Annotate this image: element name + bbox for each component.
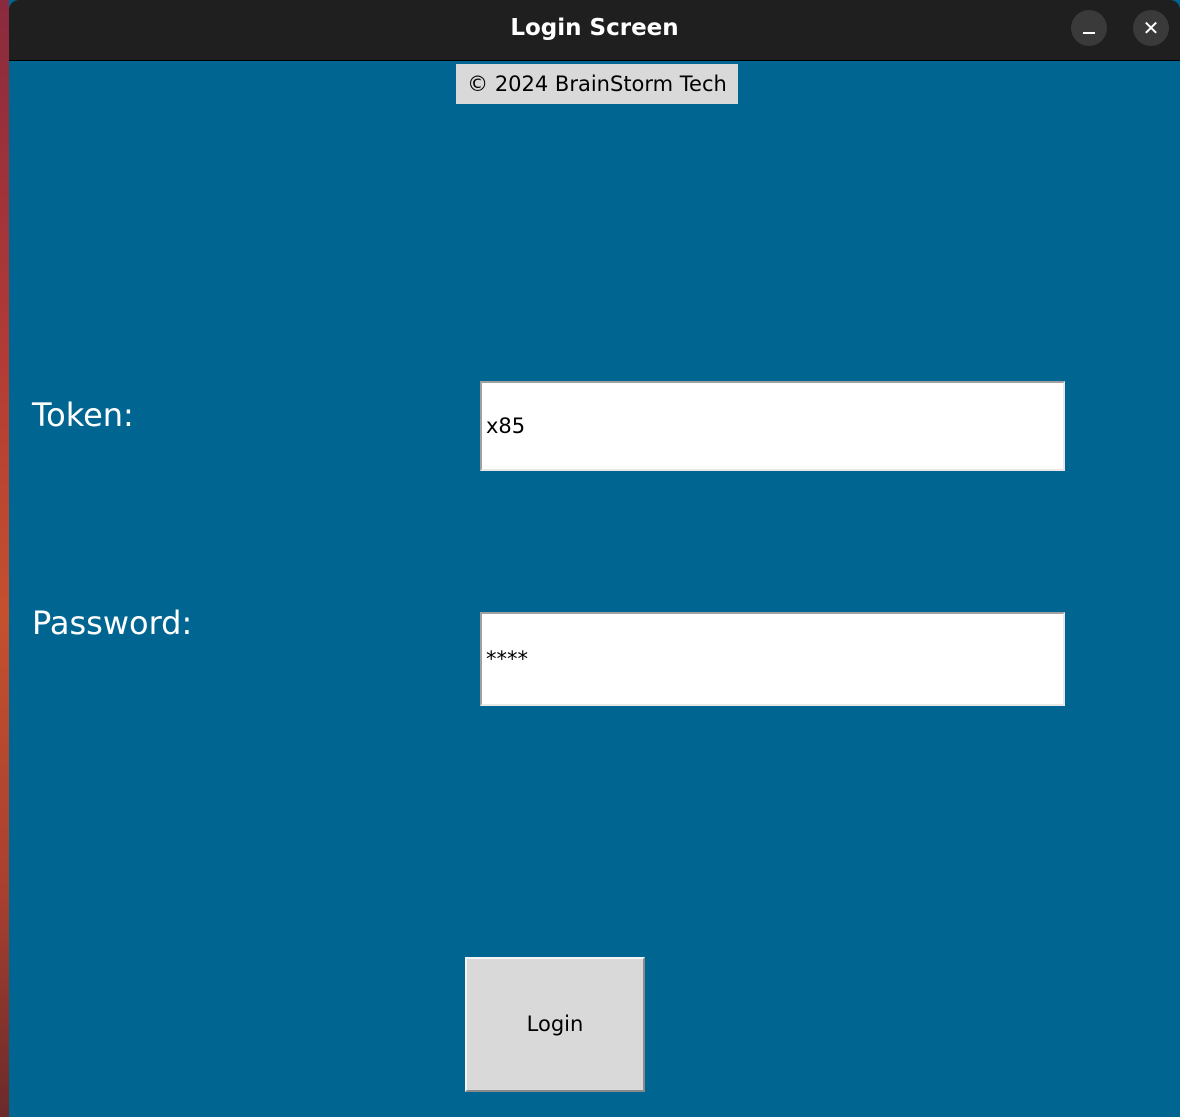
minimize-icon bbox=[1083, 32, 1095, 34]
close-icon: ✕ bbox=[1142, 16, 1160, 40]
close-button[interactable]: ✕ bbox=[1133, 10, 1169, 46]
title-bar[interactable]: Login Screen ✕ bbox=[9, 0, 1180, 61]
password-input[interactable] bbox=[480, 612, 1065, 706]
minimize-button[interactable] bbox=[1071, 10, 1107, 46]
token-input[interactable] bbox=[480, 381, 1065, 471]
copyright-label: © 2024 BrainStorm Tech bbox=[456, 64, 738, 104]
password-label: Password: bbox=[32, 604, 193, 642]
login-button[interactable]: Login bbox=[465, 957, 645, 1092]
window-title: Login Screen bbox=[510, 15, 679, 41]
login-window: Login Screen ✕ © 2024 BrainStorm Tech To… bbox=[9, 0, 1180, 1117]
token-label: Token: bbox=[32, 396, 134, 434]
